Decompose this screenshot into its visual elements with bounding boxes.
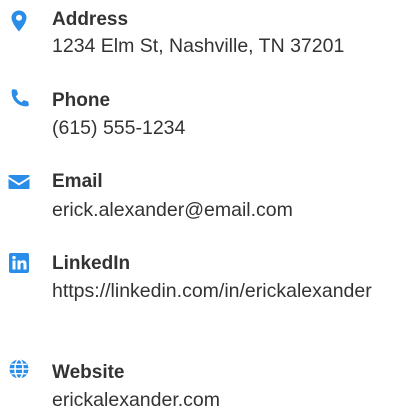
phone-label: Phone [52,90,111,111]
email-value[interactable]: erick.alexander@email.com [52,195,392,226]
phone-icon [7,87,31,111]
linkedin-icon [7,251,31,275]
website-label: Website [52,362,125,383]
map-marker-icon [7,9,31,33]
envelope-icon [7,170,31,194]
phone-value[interactable]: (615) 555-1234 [52,113,392,144]
linkedin-label: LinkedIn [52,253,131,274]
email-label: Email [52,171,103,192]
globe-icon [7,357,31,381]
address-value: 1234 Elm St, Nashville, TN 37201 [52,35,345,57]
website-value[interactable]: erickalexander.com [52,385,392,416]
linkedin-value[interactable]: https://linkedin.com/in/erickalexander [52,276,392,307]
address-label: Address [52,9,129,30]
